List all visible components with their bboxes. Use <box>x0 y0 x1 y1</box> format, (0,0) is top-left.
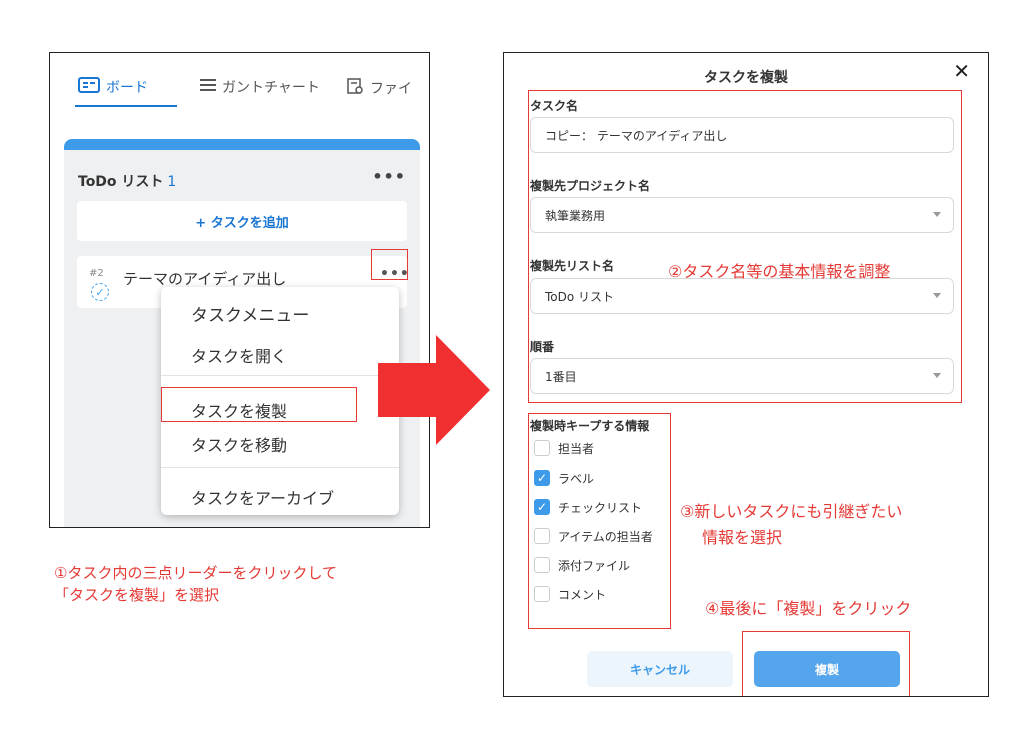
view-tab-bar: ボード ガントチャート ファイ <box>50 53 429 123</box>
menu-item-move[interactable]: タスクを移動 <box>191 432 287 456</box>
list-color-bar <box>64 139 420 150</box>
gantt-icon <box>200 78 216 96</box>
highlight-duplicate-button <box>742 631 910 696</box>
caption-step3-line1: ③新しいタスクにも引継ぎたい <box>680 502 903 521</box>
task-menu-header: タスクメニュー <box>191 306 310 326</box>
caption-step4: ④最後に「複製」をクリック <box>705 599 912 618</box>
dialog-title: タスクを複製 <box>704 70 788 86</box>
add-task-button[interactable]: + タスクを追加 <box>77 201 407 241</box>
menu-item-open[interactable]: タスクを開く <box>191 343 287 367</box>
tab-file[interactable]: ファイ <box>346 77 412 99</box>
caption-step1-line2: 「タスクを複製」を選択 <box>54 586 220 604</box>
check-icon[interactable]: ✓ <box>91 283 109 301</box>
board-icon <box>78 77 100 97</box>
task-title: テーマのアイディア出し <box>123 270 287 288</box>
right-arrow-icon <box>378 335 490 445</box>
active-tab-indicator <box>75 105 177 107</box>
menu-item-archive[interactable]: タスクをアーカイブ <box>191 485 334 509</box>
file-icon <box>346 77 364 99</box>
tab-gantt[interactable]: ガントチャート <box>200 77 320 97</box>
highlight-keep-info <box>528 413 671 629</box>
tab-board[interactable]: ボード <box>78 77 148 97</box>
tab-file-label: ファイ <box>370 81 412 97</box>
caption-step1: ①タスク内の三点リーダーをクリックして 「タスクを複製」を選択 <box>54 562 337 606</box>
highlight-basic-info <box>528 90 962 403</box>
tab-gantt-label: ガントチャート <box>222 80 320 96</box>
caption-step1-line1: ①タスク内の三点リーダーをクリックして <box>54 564 337 582</box>
task-number: #2 <box>89 268 104 279</box>
highlight-task-more <box>371 249 408 280</box>
close-icon[interactable]: ✕ <box>953 59 970 83</box>
caption-step3: ③新しいタスクにも引継ぎたい 情報を選択 <box>680 499 902 551</box>
highlight-duplicate-item <box>161 387 357 422</box>
menu-divider <box>161 467 399 468</box>
menu-divider <box>161 375 399 376</box>
board-screenshot-panel: ボード ガントチャート ファイ ToDo リスト 1 ••• + タスクを追加 #… <box>49 52 430 528</box>
tab-board-label: ボード <box>106 80 148 96</box>
caption-step2: ②タスク名等の基本情報を調整 <box>668 262 891 281</box>
list-title: ToDo リスト 1 <box>78 171 176 191</box>
list-more-icon[interactable]: ••• <box>372 167 406 186</box>
list-title-text: ToDo リスト <box>78 174 164 190</box>
caption-step3-line2: 情報を選択 <box>702 528 783 547</box>
list-count: 1 <box>167 174 177 190</box>
cancel-button[interactable]: キャンセル <box>587 651 733 687</box>
